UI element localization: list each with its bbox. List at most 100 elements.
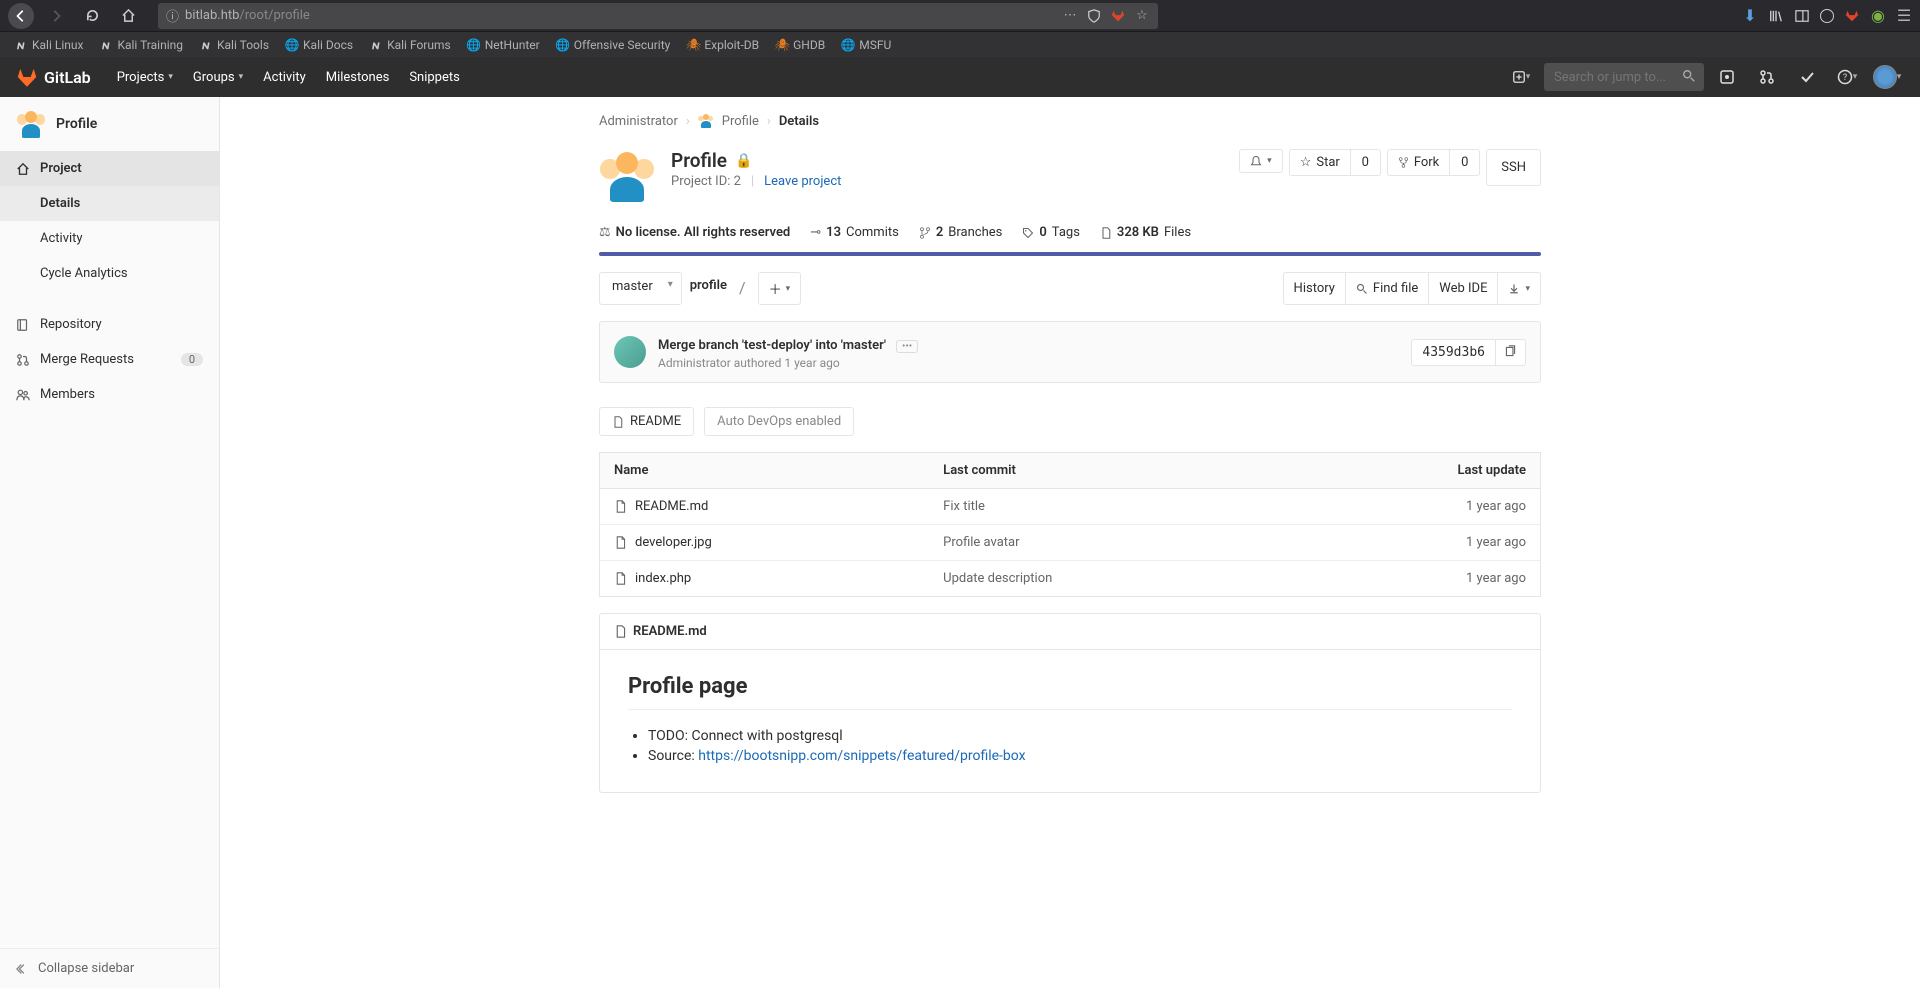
nav-projects[interactable]: Projects: [107, 57, 183, 97]
ext1-icon[interactable]: [1820, 9, 1834, 23]
file-commit-msg[interactable]: Profile avatar: [929, 525, 1287, 561]
language-bar: [599, 252, 1541, 256]
bookmark-item[interactable]: 🌐Kali Docs: [279, 36, 359, 54]
collapse-sidebar[interactable]: Collapse sidebar: [0, 948, 219, 988]
bookmark-item[interactable]: 𐌽Kali Training: [93, 36, 189, 54]
issues-icon[interactable]: [1710, 57, 1744, 97]
file-commit-msg[interactable]: Fix title: [929, 489, 1287, 525]
file-name[interactable]: README.md: [614, 499, 915, 514]
bookmark-item[interactable]: 🌐NetHunter: [461, 36, 546, 54]
commit-expand-icon[interactable]: •••: [896, 340, 918, 353]
readme-source-link[interactable]: https://bootsnipp.com/snippets/featured/…: [698, 748, 1025, 764]
nav-groups[interactable]: Groups: [183, 57, 253, 97]
tags-stat[interactable]: 0 Tags: [1022, 225, 1080, 240]
sidebar-icon[interactable]: [1794, 8, 1810, 24]
bookmark-item[interactable]: 𐌽Kali Forums: [363, 36, 457, 54]
sidebar-members[interactable]: Members: [0, 377, 219, 412]
nav-activity[interactable]: Activity: [253, 57, 316, 97]
file-updated: 1 year ago: [1287, 489, 1540, 525]
kali-icon: 𐌽: [98, 38, 114, 52]
browser-home-button[interactable]: [114, 2, 142, 30]
readme-pill[interactable]: README: [599, 407, 694, 436]
license-stat[interactable]: ⚖No license. All rights reserved: [599, 225, 790, 240]
user-menu[interactable]: [1870, 57, 1904, 97]
commit-icon: ⊸: [810, 225, 821, 240]
file-commit-msg[interactable]: Update description: [929, 561, 1287, 597]
commit-author-avatar[interactable]: [614, 336, 646, 368]
commits-stat[interactable]: ⊸13 Commits: [810, 225, 899, 240]
leave-project-link[interactable]: Leave project: [764, 174, 841, 189]
bookmark-item[interactable]: 🌐MSFU: [835, 36, 897, 54]
globe-icon: 🌐: [556, 38, 570, 52]
notification-dropdown[interactable]: [1239, 149, 1283, 173]
url-bar[interactable]: ⓘ bitlab.htb/root/profile ⋯ ☆: [158, 3, 1158, 29]
sidebar-repository[interactable]: Repository: [0, 307, 219, 342]
breadcrumb-project[interactable]: Profile: [722, 114, 759, 129]
files-stat[interactable]: 328 KB Files: [1100, 225, 1191, 240]
table-row[interactable]: developer.jpgProfile avatar1 year ago: [600, 525, 1541, 561]
bookmark-item[interactable]: 🌐Offensive Security: [550, 36, 677, 54]
bug-icon: 🕷: [686, 38, 700, 52]
branch-selector[interactable]: master: [599, 272, 682, 305]
nav-snippets[interactable]: Snippets: [399, 57, 470, 97]
web-ide-button[interactable]: Web IDE: [1429, 272, 1498, 305]
copy-sha-button[interactable]: [1496, 339, 1526, 366]
table-row[interactable]: index.phpUpdate description1 year ago: [600, 561, 1541, 597]
gitlab-logo[interactable]: GitLab: [16, 66, 91, 88]
fork-button[interactable]: Fork: [1387, 149, 1450, 176]
browser-reload-button[interactable]: [78, 2, 106, 30]
sidebar-details[interactable]: Details: [0, 186, 219, 221]
mr-count-badge: 0: [181, 353, 203, 366]
table-row[interactable]: README.md Fix title1 year ago: [600, 489, 1541, 525]
nav-milestones[interactable]: Milestones: [316, 57, 400, 97]
gitlab-icon[interactable]: [1110, 8, 1126, 24]
file-name[interactable]: developer.jpg: [614, 535, 915, 550]
repo-path[interactable]: profile: [690, 272, 727, 305]
find-file-button[interactable]: Find file: [1346, 272, 1429, 305]
breadcrumb-owner[interactable]: Administrator: [599, 114, 678, 129]
commit-sha[interactable]: 4359d3b6: [1411, 339, 1496, 366]
search-input[interactable]: [1544, 63, 1704, 91]
star-count[interactable]: 0: [1351, 149, 1381, 176]
branches-stat[interactable]: 2 Branches: [919, 225, 1003, 240]
help-icon[interactable]: ?: [1830, 57, 1864, 97]
file-name[interactable]: index.php: [614, 571, 915, 586]
ssh-button[interactable]: SSH: [1486, 149, 1541, 186]
ext2-icon[interactable]: [1844, 8, 1860, 24]
browser-back-button[interactable]: [8, 3, 34, 29]
library-icon[interactable]: [1768, 8, 1784, 24]
browser-menu-icon[interactable]: ☰: [1896, 8, 1912, 24]
search-icon: [1682, 69, 1696, 83]
ext3-icon[interactable]: ◉: [1870, 8, 1886, 24]
devops-pill[interactable]: Auto DevOps enabled: [704, 407, 854, 436]
browser-forward-button[interactable]: [42, 2, 70, 30]
bookmark-star-icon[interactable]: ☆: [1134, 8, 1150, 24]
plus-dropdown[interactable]: [1504, 57, 1538, 97]
kali-icon: 𐌽: [368, 38, 384, 52]
commit-message[interactable]: Merge branch 'test-deploy' into 'master': [658, 338, 886, 353]
merge-requests-icon[interactable]: [1750, 57, 1784, 97]
sidebar-project[interactable]: Project: [0, 151, 219, 186]
sidebar-cycle[interactable]: Cycle Analytics: [0, 256, 219, 291]
add-file-dropdown[interactable]: ＋: [758, 272, 802, 305]
shield-icon[interactable]: [1086, 8, 1102, 24]
fork-count[interactable]: 0: [1450, 149, 1480, 176]
bookmark-item[interactable]: 𐌽Kali Linux: [8, 36, 89, 54]
sidebar-header[interactable]: Profile: [0, 97, 219, 151]
star-button[interactable]: ☆ Star: [1289, 149, 1351, 176]
search-wrap: [1544, 63, 1704, 91]
todos-icon[interactable]: [1790, 57, 1824, 97]
more-icon[interactable]: ⋯: [1062, 8, 1078, 24]
sidebar-activity[interactable]: Activity: [0, 221, 219, 256]
last-commit-box: Merge branch 'test-deploy' into 'master'…: [599, 321, 1541, 383]
bookmark-item[interactable]: 𐌽Kali Tools: [193, 36, 275, 54]
history-button[interactable]: History: [1283, 272, 1346, 305]
readme-source: Source: https://bootsnipp.com/snippets/f…: [648, 748, 1512, 764]
bookmark-item[interactable]: 🕷Exploit-DB: [680, 36, 765, 54]
download-dropdown[interactable]: [1498, 272, 1541, 305]
kali-icon: 𐌽: [198, 38, 214, 52]
bookmark-item[interactable]: 🕷GHDB: [769, 36, 831, 54]
readme-filename[interactable]: README.md: [600, 614, 1540, 650]
sidebar-merge-requests[interactable]: Merge Requests 0: [0, 342, 219, 377]
download-icon[interactable]: ⬇: [1742, 8, 1758, 24]
